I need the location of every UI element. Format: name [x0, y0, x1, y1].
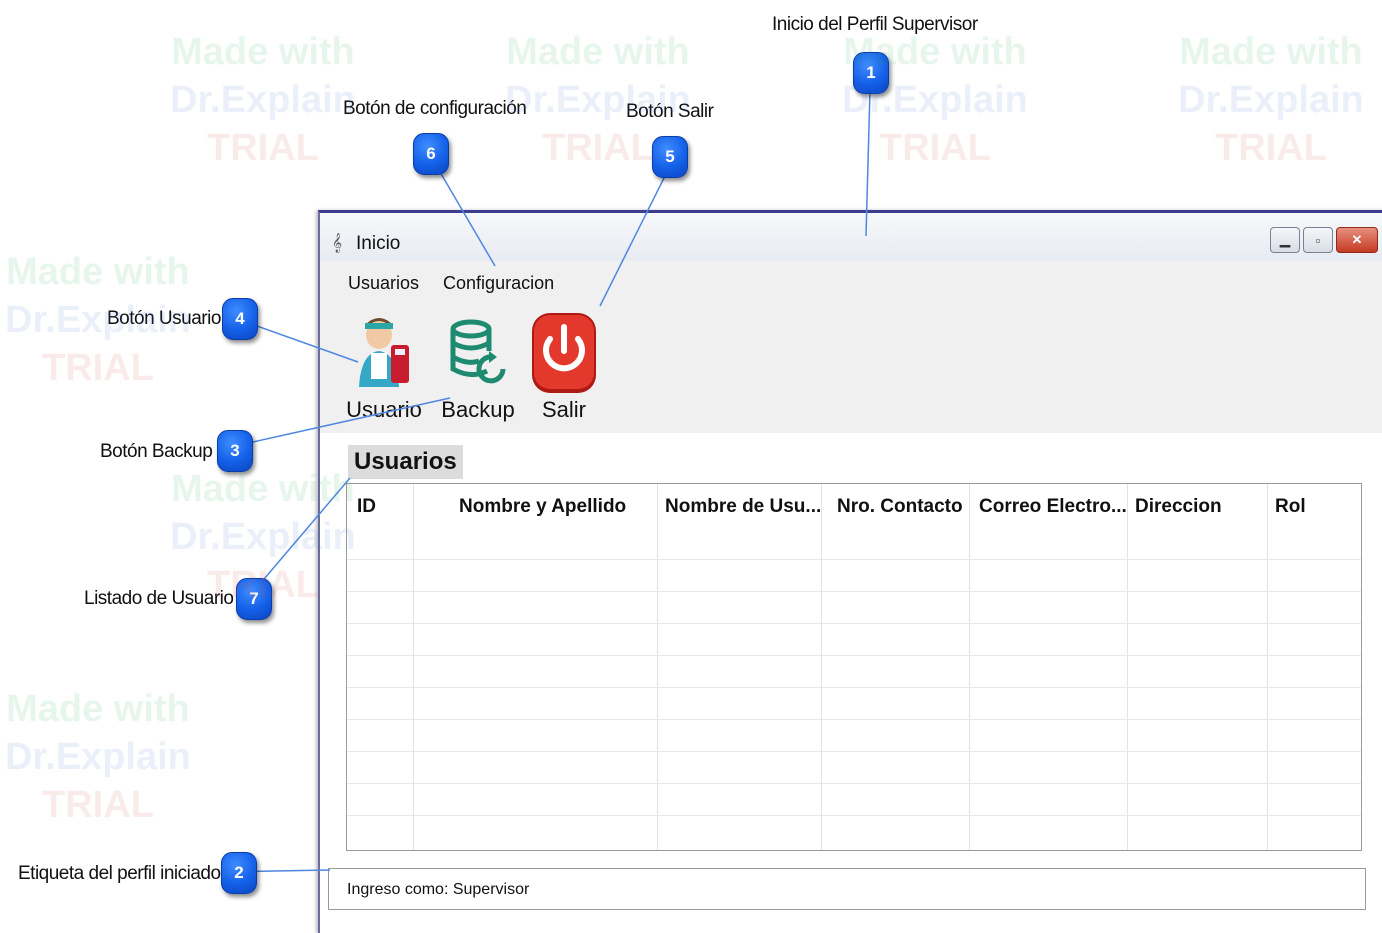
col-correo: Correo Electro...	[969, 484, 1128, 850]
column-header[interactable]: Nombre de Usu...	[665, 496, 821, 518]
watermark: Made withDr.ExplainTRIAL	[5, 688, 191, 826]
salir-label: Salir	[541, 397, 586, 422]
row-divider	[347, 591, 1361, 592]
column-header[interactable]: Rol	[1275, 496, 1306, 518]
window-controls: ▁ ▫ ✕	[1270, 227, 1378, 253]
callout-badge-2[interactable]: 2	[221, 852, 257, 894]
callout-badge-7[interactable]: 7	[236, 578, 272, 620]
row-divider	[347, 559, 1361, 560]
callout-badge-4[interactable]: 4	[222, 298, 258, 340]
backup-label: Backup	[441, 397, 515, 422]
row-divider	[347, 655, 1361, 656]
callout-badge-3[interactable]: 3	[217, 430, 253, 472]
usuario-label: Usuario	[346, 397, 422, 422]
menu-usuarios[interactable]: Usuarios	[348, 273, 419, 299]
callout-label-1: Inicio del Perfil Supervisor	[772, 14, 978, 35]
row-divider	[347, 751, 1361, 752]
callout-badge-1[interactable]: 1	[853, 52, 889, 94]
section-title: Usuarios	[348, 445, 463, 479]
column-header[interactable]: Direccion	[1135, 496, 1222, 518]
app-icon: 𝄞	[332, 233, 343, 252]
minimize-icon: ▁	[1280, 232, 1290, 247]
callout-label-5: Botón Salir	[626, 101, 714, 122]
window-title: Inicio	[356, 233, 401, 254]
watermark: Made withDr.ExplainTRIAL	[1178, 31, 1364, 169]
callout-label-2: Etiqueta del perfil iniciado	[18, 863, 221, 884]
column-header[interactable]: Nombre y Apellido	[459, 496, 626, 518]
row-divider	[347, 719, 1361, 720]
maximize-icon: ▫	[1315, 232, 1321, 248]
column-header[interactable]: Nro. Contacto	[837, 496, 963, 518]
status-bar: Ingreso como: Supervisor	[328, 868, 1366, 910]
callout-label-7: Listado de Usuario	[84, 588, 234, 609]
database-restore-icon	[450, 319, 506, 384]
col-rol: Rol	[1267, 484, 1359, 850]
main-window: 𝄞 Inicio ▁ ▫ ✕ Usuarios Configuracion Us…	[318, 210, 1382, 933]
callout-label-6: Botón de configuración	[343, 98, 527, 119]
callout-badge-6[interactable]: 6	[413, 133, 449, 175]
col-usuario: Nombre de Usu...	[657, 484, 822, 850]
col-id: ID	[347, 484, 414, 850]
menu-configuracion[interactable]: Configuracion	[443, 273, 554, 299]
column-header[interactable]: ID	[357, 496, 376, 518]
minimize-button[interactable]: ▁	[1270, 227, 1300, 253]
row-divider	[347, 687, 1361, 688]
column-header[interactable]: Correo Electro...	[979, 496, 1127, 518]
col-contacto: Nro. Contacto	[821, 484, 970, 850]
close-icon: ✕	[1351, 232, 1363, 247]
watermark: Made withDr.ExplainTRIAL	[170, 31, 356, 169]
content-area: Usuarios ID Nombre y Apellido Nombre de …	[320, 433, 1382, 933]
close-button[interactable]: ✕	[1336, 227, 1378, 253]
callout-badge-5[interactable]: 5	[652, 136, 688, 178]
user-icon	[359, 318, 409, 387]
row-divider	[347, 815, 1361, 816]
row-divider	[347, 623, 1361, 624]
row-divider	[347, 783, 1361, 784]
maximize-button[interactable]: ▫	[1303, 227, 1333, 253]
status-label: Ingreso como: Supervisor	[347, 881, 530, 898]
users-table[interactable]: ID Nombre y Apellido Nombre de Usu... Nr…	[346, 483, 1362, 851]
col-direccion: Direccion	[1127, 484, 1268, 850]
callout-label-3: Botón Backup	[100, 441, 213, 462]
callout-label-4: Botón Usuario	[107, 308, 221, 329]
watermark: Made withDr.ExplainTRIAL	[842, 31, 1028, 169]
title-bar[interactable]: 𝄞 Inicio ▁ ▫ ✕	[320, 213, 1382, 261]
power-icon	[532, 313, 596, 393]
menu-bar: Usuarios Configuracion	[320, 273, 554, 299]
col-nombre: Nombre y Apellido	[413, 484, 658, 850]
